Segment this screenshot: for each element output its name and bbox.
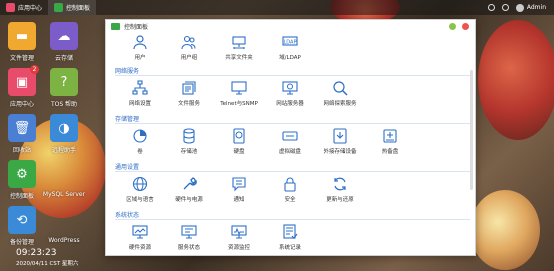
item-hot-spare[interactable]: 热备盘: [359, 128, 421, 155]
network-settings-icon: [132, 80, 148, 96]
item-label: 域/LDAP: [279, 55, 301, 61]
desktop-icon-label: TOS 帮助: [50, 101, 78, 108]
resource-monitor-icon: [231, 224, 247, 240]
app-center-icon: [6, 3, 15, 12]
item-update-restore[interactable]: 更新与还原: [309, 176, 371, 203]
item-ldap[interactable]: LDAP 域/LDAP: [259, 34, 321, 61]
service-status-icon: [181, 224, 197, 240]
desktop-icon-control-panel[interactable]: ⚙ 控制面板: [0, 160, 44, 200]
notification-badge: 2: [30, 65, 39, 74]
hardware-resource-icon: [132, 224, 148, 240]
desktop-icon-label: WordPress: [48, 237, 80, 244]
headset-icon: ◑: [50, 114, 78, 142]
external-storage-icon: [332, 128, 348, 144]
desktop-icon-wordpress[interactable]: WordPress: [42, 206, 86, 244]
section-divider: [115, 171, 470, 172]
scrollbar[interactable]: [470, 70, 473, 190]
taskbar-tab-control-panel[interactable]: 控制面板: [48, 0, 97, 15]
section-title-network: 网络服务: [115, 68, 140, 75]
notification-icon: [231, 176, 247, 192]
minimize-button[interactable]: [449, 23, 456, 30]
taskbar: 应用中心 控制面板 Admin: [0, 0, 554, 15]
network-discovery-icon: [332, 80, 348, 96]
svg-text:LDAP: LDAP: [284, 40, 297, 46]
username: Admin: [526, 4, 546, 11]
item-label: 系统记录: [278, 245, 301, 251]
desktop-icon-label: 备份管理: [9, 239, 34, 246]
folder-icon: ▬: [8, 22, 36, 50]
window-titlebar[interactable]: 控制面板: [106, 20, 475, 33]
section-divider: [115, 123, 470, 124]
wallpaper-apple: [478, 20, 554, 140]
system-log-icon: [282, 224, 298, 240]
control-panel-window: 控制面板 用户 用户组 共享文件夹 LDAP 域/LDAP 网络服务 网络设置 …: [105, 19, 476, 256]
globe-icon: [132, 176, 148, 192]
clock-date: 2020/04/11 CST 星期六: [16, 261, 79, 267]
control-panel-icon: [111, 23, 120, 30]
wallpaper-apple: [470, 190, 540, 270]
user-group-icon: [181, 34, 197, 50]
desktop-icon-help[interactable]: ? TOS 帮助: [42, 68, 86, 108]
telnet-snmp-icon: [231, 80, 247, 96]
desktop-icon-app-center[interactable]: ▣ 2 应用中心: [0, 65, 44, 108]
web-server-icon: [282, 80, 298, 96]
item-label: 更新与还原: [326, 197, 354, 203]
desktop-icon-cloud-storage[interactable]: ☁ 云存储: [42, 22, 86, 62]
user-menu[interactable]: Admin: [515, 3, 546, 12]
section-divider: [115, 75, 470, 76]
wordpress-icon: [50, 206, 78, 234]
shared-folder-icon: [231, 34, 247, 50]
wrench-icon: [181, 176, 197, 192]
desktop-icon-mysql[interactable]: MySQL Server: [42, 160, 86, 198]
search-icon[interactable]: [487, 4, 495, 11]
clock-time: 09:23:23: [16, 248, 57, 258]
control-panel-icon: [54, 3, 64, 12]
trash-icon: 🗑: [8, 114, 36, 142]
notification-icon[interactable]: [501, 4, 509, 11]
storage-pool-icon: [181, 128, 197, 144]
desktop-icon-label: 控制面板: [9, 193, 34, 200]
backup-icon: ⟲: [8, 206, 36, 234]
desktop-icon-label: 云存储: [54, 55, 73, 62]
desktop-icon-backup[interactable]: ⟲ 备份管理: [0, 206, 44, 246]
volume-icon: [132, 128, 148, 144]
section-title-system-status: 系统状态: [115, 212, 140, 219]
desktop-icon-label: 远程助手: [51, 147, 76, 154]
section-title-general: 通用设置: [115, 164, 140, 171]
file-service-icon: [181, 80, 197, 96]
desktop-icon-label: 应用中心: [9, 101, 34, 108]
window-title: 控制面板: [124, 24, 149, 31]
item-network-discovery[interactable]: 网络探索服务: [309, 80, 371, 107]
desktop-icon-file-manager[interactable]: ▬ 文件管理: [0, 22, 44, 62]
hot-spare-icon: [382, 128, 398, 144]
section-title-storage: 存储管理: [115, 116, 140, 123]
control-panel-icon: ⚙: [8, 160, 36, 188]
item-label: 热备盘: [381, 149, 399, 155]
taskbar-tab-label: 控制面板: [66, 5, 91, 12]
store-icon: ▣ 2: [8, 65, 39, 96]
help-icon: ?: [50, 68, 78, 96]
ldap-icon: LDAP: [282, 34, 298, 50]
close-button[interactable]: [462, 23, 469, 30]
cloud-icon: ☁: [50, 22, 78, 50]
avatar: [515, 3, 524, 12]
update-restore-icon: [332, 176, 348, 192]
item-label: 网络探索服务: [323, 101, 357, 107]
taskbar-tab-app-center[interactable]: 应用中心: [0, 0, 48, 15]
item-system-log[interactable]: 系统记录: [259, 224, 321, 251]
hard-disk-icon: [231, 128, 247, 144]
virtual-disk-icon: [282, 128, 298, 144]
desktop-icon-recycle-bin[interactable]: 🗑 回收站: [0, 114, 44, 154]
lock-icon: [282, 176, 298, 192]
user-icon: [132, 34, 148, 50]
desktop-clock: 09:23:23 2020/04/11 CST 星期六: [16, 248, 78, 267]
section-divider: [115, 219, 470, 220]
desktop-icon-remote-assist[interactable]: ◑ 远程助手: [42, 114, 86, 154]
desktop-icon-label: 回收站: [12, 147, 31, 154]
database-icon: [50, 160, 78, 188]
taskbar-tab-label: 应用中心: [18, 5, 43, 12]
desktop-icon-label: 文件管理: [9, 55, 34, 62]
desktop-icon-label: MySQL Server: [42, 191, 86, 198]
